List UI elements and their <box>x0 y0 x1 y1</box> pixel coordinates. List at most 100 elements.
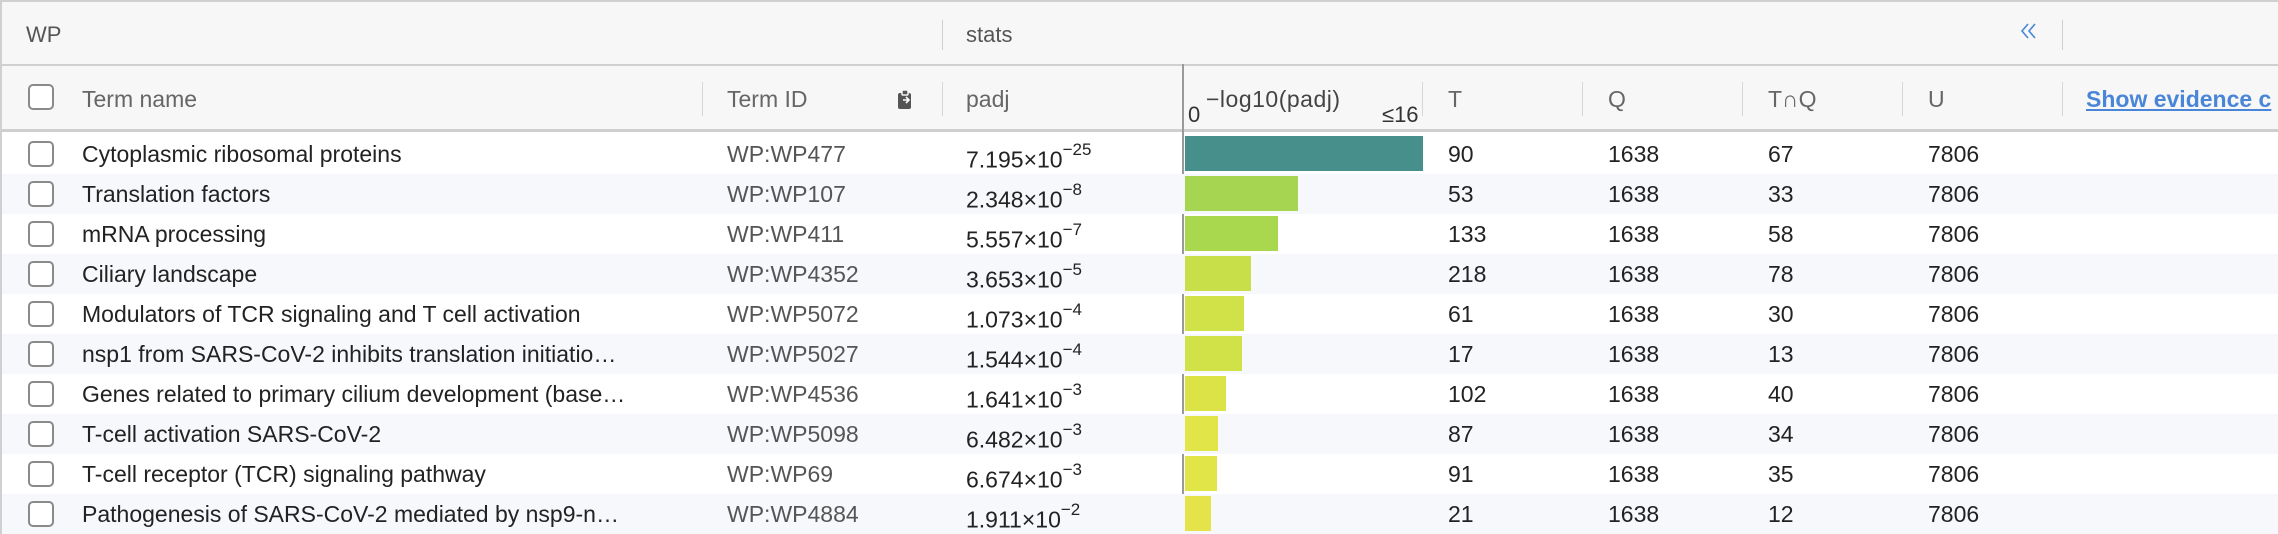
q-cell: 1638 <box>1608 341 1660 367</box>
term-name-cell: Genes related to primary cilium developm… <box>82 381 626 407</box>
table-row[interactable]: Genes related to primary cilium developm… <box>2 374 2278 414</box>
padj-mantissa: 1.911 <box>966 506 1022 533</box>
padj-exponent: −3 <box>1062 420 1082 439</box>
group-divider <box>942 20 943 50</box>
padj-cell: 6.674×10−3 <box>966 454 1082 494</box>
row-checkbox[interactable] <box>28 301 54 327</box>
row-checkbox[interactable] <box>28 141 54 167</box>
column-divider <box>2062 82 2063 116</box>
table-row[interactable]: mRNA processing WP:WP411 5.557×10−7 133 1638… <box>2 214 2278 254</box>
significance-bar[interactable] <box>1185 296 1244 331</box>
term-id-cell: WP:WP4352 <box>727 261 859 287</box>
t-cell: 90 <box>1448 141 1474 167</box>
tq-cell: 58 <box>1768 221 1794 247</box>
row-checkbox[interactable] <box>28 341 54 367</box>
term-id-cell: WP:WP411 <box>727 221 845 247</box>
column-divider <box>702 82 703 116</box>
significance-bar[interactable] <box>1185 376 1226 411</box>
table-row[interactable]: T-cell receptor (TCR) signaling pathway W… <box>2 454 2278 494</box>
table-row[interactable]: Pathogenesis of SARS-CoV-2 mediated by n… <box>2 494 2278 534</box>
term-name-cell: T-cell receptor (TCR) signaling pathway <box>82 461 486 487</box>
select-all-checkbox[interactable] <box>28 84 54 110</box>
padj-times-ten: ×10 <box>1023 386 1063 413</box>
significance-bar[interactable] <box>1185 416 1218 451</box>
row-checkbox[interactable] <box>28 261 54 287</box>
column-t[interactable]: T <box>1448 86 1462 113</box>
padj-cell: 6.482×10−3 <box>966 414 1082 454</box>
padj-cell: 1.641×10−3 <box>966 374 1082 414</box>
clipboard-copy-icon[interactable] <box>894 88 916 112</box>
padj-times-ten: ×10 <box>1021 506 1061 533</box>
table-row[interactable]: Ciliary landscape WP:WP4352 3.653×10−5 218 1… <box>2 254 2278 294</box>
padj-mantissa: 6.674 <box>966 466 1024 493</box>
column-divider <box>942 82 943 116</box>
term-name-cell: Translation factors <box>82 181 271 207</box>
column-neglog-padj[interactable]: −log10(padj) <box>1206 86 1341 113</box>
t-cell: 102 <box>1448 381 1487 407</box>
padj-exponent: −4 <box>1062 340 1082 359</box>
row-checkbox[interactable] <box>28 461 54 487</box>
significance-bar[interactable] <box>1185 136 1423 171</box>
row-checkbox[interactable] <box>28 501 54 527</box>
column-term-id[interactable]: Term ID <box>727 86 808 113</box>
tq-cell: 67 <box>1768 141 1794 167</box>
term-name-cell: mRNA processing <box>82 221 267 247</box>
term-id-cell: WP:WP4884 <box>727 501 859 527</box>
term-name-cell: Cytoplasmic ribosomal proteins <box>82 141 402 167</box>
table-row[interactable]: T-cell activation SARS-CoV-2 WP:WP5098 6.4… <box>2 414 2278 454</box>
padj-mantissa: 1.641 <box>966 386 1024 413</box>
u-cell: 7806 <box>1928 181 1980 207</box>
stats-label: stats <box>966 22 1013 47</box>
u-cell: 7806 <box>1928 501 1980 527</box>
show-evidence-link[interactable]: Show evidence c <box>2086 86 2271 113</box>
padj-cell: 5.557×10−7 <box>966 214 1082 254</box>
u-cell: 7806 <box>1928 341 1980 367</box>
column-term-name[interactable]: Term name <box>82 86 197 113</box>
tq-cell: 34 <box>1768 421 1794 447</box>
table-row[interactable]: nsp1 from SARS-CoV-2 inhibits translatio… <box>2 334 2278 374</box>
column-divider <box>1422 82 1423 116</box>
term-name-cell: nsp1 from SARS-CoV-2 inhibits translatio… <box>82 341 617 367</box>
u-cell: 7806 <box>1928 261 1980 287</box>
significance-bar[interactable] <box>1185 496 1211 531</box>
q-cell: 1638 <box>1608 421 1660 447</box>
row-checkbox[interactable] <box>28 221 54 247</box>
tq-cell: 13 <box>1768 341 1794 367</box>
table-row[interactable]: Modulators of TCR signaling and T cell a… <box>2 294 2278 334</box>
u-cell: 7806 <box>1928 421 1980 447</box>
u-cell: 7806 <box>1928 381 1980 407</box>
column-padj[interactable]: padj <box>966 86 1009 113</box>
t-cell: 91 <box>1448 461 1474 487</box>
term-id-cell: WP:WP107 <box>727 181 846 207</box>
double-chevron-left-icon[interactable] <box>2016 20 2042 50</box>
padj-cell: 7.195×10−25 <box>966 134 1091 174</box>
term-id-cell: WP:WP69 <box>727 461 834 487</box>
padj-exponent: −8 <box>1062 180 1082 199</box>
significance-bar[interactable] <box>1185 336 1242 371</box>
column-t-intersect-q[interactable]: T∩Q <box>1768 86 1816 113</box>
significance-bar[interactable] <box>1185 256 1251 291</box>
significance-bar[interactable] <box>1185 456 1217 491</box>
row-checkbox[interactable] <box>28 381 54 407</box>
significance-bar[interactable] <box>1185 176 1298 211</box>
u-cell: 7806 <box>1928 301 1980 327</box>
row-checkbox[interactable] <box>28 181 54 207</box>
padj-times-ten: ×10 <box>1023 186 1063 213</box>
padj-exponent: −5 <box>1062 260 1082 279</box>
table-row[interactable]: Cytoplasmic ribosomal proteins WP:WP477 7.… <box>2 134 2278 174</box>
column-u[interactable]: U <box>1928 86 1945 113</box>
t-cell: 21 <box>1448 501 1474 527</box>
column-q[interactable]: Q <box>1608 86 1626 113</box>
double-chevron-left-icon-glyph <box>2020 23 2036 39</box>
table-row[interactable]: Translation factors WP:WP107 2.348×10−8 53 1… <box>2 174 2278 214</box>
term-id-cell: WP:WP5027 <box>727 341 859 367</box>
significance-bar[interactable] <box>1185 216 1278 251</box>
row-checkbox[interactable] <box>28 421 54 447</box>
column-divider <box>1582 82 1583 116</box>
padj-mantissa: 1.073 <box>966 306 1024 333</box>
padj-mantissa: 5.557 <box>966 226 1024 253</box>
tq-cell: 35 <box>1768 461 1794 487</box>
padj-mantissa: 3.653 <box>966 266 1024 293</box>
tq-cell: 40 <box>1768 381 1794 407</box>
padj-exponent: −2 <box>1060 500 1081 519</box>
